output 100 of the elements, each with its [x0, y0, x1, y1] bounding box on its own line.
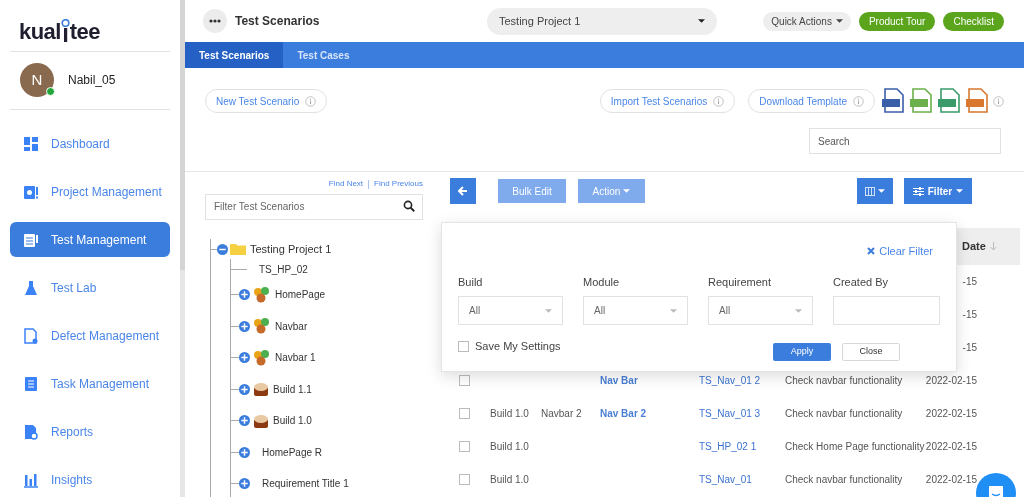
more-icon — [209, 19, 221, 23]
table-cell-text: -15 — [962, 275, 977, 289]
more-button[interactable] — [203, 9, 227, 33]
header-button[interactable]: Checklist — [943, 11, 1004, 31]
user-name: Nabil_05 — [68, 72, 116, 90]
expand-icon[interactable] — [239, 478, 250, 490]
dashboard-icon — [23, 135, 39, 152]
expand-icon[interactable] — [239, 415, 250, 427]
expand-icon[interactable] — [239, 320, 250, 332]
left-arrow-icon — [458, 186, 468, 196]
search-field[interactable]: Search — [809, 128, 1001, 154]
nav-item[interactable]: Reports — [10, 414, 170, 449]
row-checkbox[interactable] — [459, 441, 470, 452]
expand-icon[interactable] — [239, 446, 250, 458]
scenario-id-link[interactable]: TS_Nav_01 3 — [699, 408, 761, 419]
flask-icon — [23, 279, 39, 296]
input-field[interactable] — [833, 296, 940, 325]
checkbox[interactable] — [458, 340, 469, 352]
field-label: Created By — [833, 274, 890, 290]
file-template-icon[interactable] — [909, 88, 933, 114]
table-cell-text: 2022-02-15 — [925, 440, 977, 454]
quick-actions-button[interactable]: Quick Actions — [763, 11, 851, 31]
table-cell: Build 1.0 — [490, 441, 529, 452]
build-icon — [253, 381, 269, 398]
table-cell: Build 1.0 — [490, 474, 529, 485]
info-icon — [993, 95, 1004, 107]
bar-chart-icon — [23, 471, 39, 488]
build-icon — [253, 412, 269, 429]
caret-icon — [956, 189, 964, 193]
caret-icon — [835, 19, 843, 23]
avatar: N — [20, 63, 54, 98]
back-button[interactable] — [450, 178, 476, 204]
table-cell-text: 2022-02-15 — [925, 473, 977, 487]
sort-arrow-icon — [989, 242, 997, 251]
expand-icon[interactable] — [239, 289, 250, 301]
nav-item[interactable]: Test Management — [10, 222, 170, 257]
caret-icon — [878, 189, 885, 193]
tree-filter-field[interactable]: Filter Test Scenarios — [205, 193, 423, 220]
tree-item[interactable]: TS_HP_02 — [259, 261, 308, 277]
info-icon — [305, 95, 317, 107]
select-field[interactable]: All — [708, 296, 813, 325]
nav-item[interactable]: Insights — [10, 462, 170, 497]
tree-item[interactable]: Build 1.0 — [273, 413, 312, 429]
module-icon — [253, 318, 271, 335]
tree-item[interactable]: Navbar — [275, 318, 308, 334]
requirement-link[interactable]: Nav Bar — [600, 375, 638, 386]
action-button[interactable]: Action — [578, 179, 645, 203]
tab[interactable]: Test Cases — [283, 42, 364, 68]
field-label: Requirement — [708, 274, 772, 290]
tree-item[interactable]: Testing Project 1 — [250, 240, 332, 258]
table-cell-text: 2022-02-15 — [925, 374, 977, 388]
file-template-icon[interactable] — [965, 88, 989, 114]
column-header[interactable]: Date — [962, 238, 1012, 255]
nav-item[interactable]: Project Management — [10, 174, 170, 209]
caret-icon — [670, 308, 677, 313]
nav-item[interactable]: Dashboard — [10, 126, 170, 161]
tree-item[interactable]: HomePage — [275, 287, 326, 303]
select-field[interactable]: All — [583, 296, 688, 325]
caret-icon — [795, 308, 802, 313]
requirement-link[interactable]: Nav Bar 2 — [600, 408, 647, 419]
caret-icon — [545, 308, 552, 313]
tree-item[interactable]: HomePage R — [262, 444, 323, 460]
close-button[interactable]: Close — [842, 343, 900, 361]
nav-item[interactable]: Task Management — [10, 366, 170, 401]
table-cell-text: -15 — [962, 308, 977, 322]
nav-item[interactable]: Test Lab — [10, 270, 170, 305]
checkbox-label: Save My Settings — [475, 338, 561, 354]
nav-item[interactable]: Defect Management — [10, 318, 170, 353]
tree-item[interactable]: Build 1.1 — [273, 381, 312, 397]
expand-icon[interactable] — [239, 383, 250, 395]
row-checkbox[interactable] — [459, 408, 470, 419]
scenario-id-link[interactable]: TS_Nav_01 — [699, 474, 752, 485]
filter-button[interactable]: Filter — [904, 178, 972, 204]
file-template-icon[interactable] — [881, 88, 905, 114]
table-cell: Navbar 2 — [541, 408, 582, 419]
expand-icon[interactable] — [239, 352, 250, 364]
find-next-link[interactable]: Find Next — [328, 178, 364, 190]
find-previous-link[interactable]: Find Previous — [374, 178, 423, 190]
columns-icon — [865, 186, 875, 196]
project-select[interactable]: Testing Project 1 — [487, 7, 717, 35]
collapse-icon[interactable] — [217, 243, 228, 255]
tree-item[interactable]: Navbar 1 — [275, 350, 316, 366]
apply-button[interactable]: Apply — [773, 343, 831, 361]
clear-filter-button[interactable]: Clear Filter — [867, 243, 933, 260]
select-field[interactable]: All — [458, 296, 563, 325]
sliders-icon — [912, 186, 924, 196]
header-button[interactable]: Product Tour — [858, 11, 936, 31]
scenario-id-link[interactable]: TS_HP_02 1 — [699, 441, 757, 452]
file-template-icon[interactable] — [937, 88, 961, 114]
row-checkbox[interactable] — [459, 375, 470, 386]
caret-icon — [698, 19, 705, 23]
tab[interactable]: Test Scenarios — [185, 42, 284, 68]
module-icon — [253, 286, 271, 303]
table-cell: Check navbar functionality — [785, 474, 903, 485]
bulk-edit-button[interactable]: Bulk Edit — [498, 179, 566, 203]
row-checkbox[interactable] — [459, 474, 470, 485]
tree-item[interactable]: Requirement Title 1 — [262, 476, 349, 492]
scenario-id-link[interactable]: TS_Nav_01 2 — [699, 375, 761, 386]
columns-button[interactable] — [857, 178, 893, 204]
table-cell: Check navbar functionality — [785, 408, 903, 419]
